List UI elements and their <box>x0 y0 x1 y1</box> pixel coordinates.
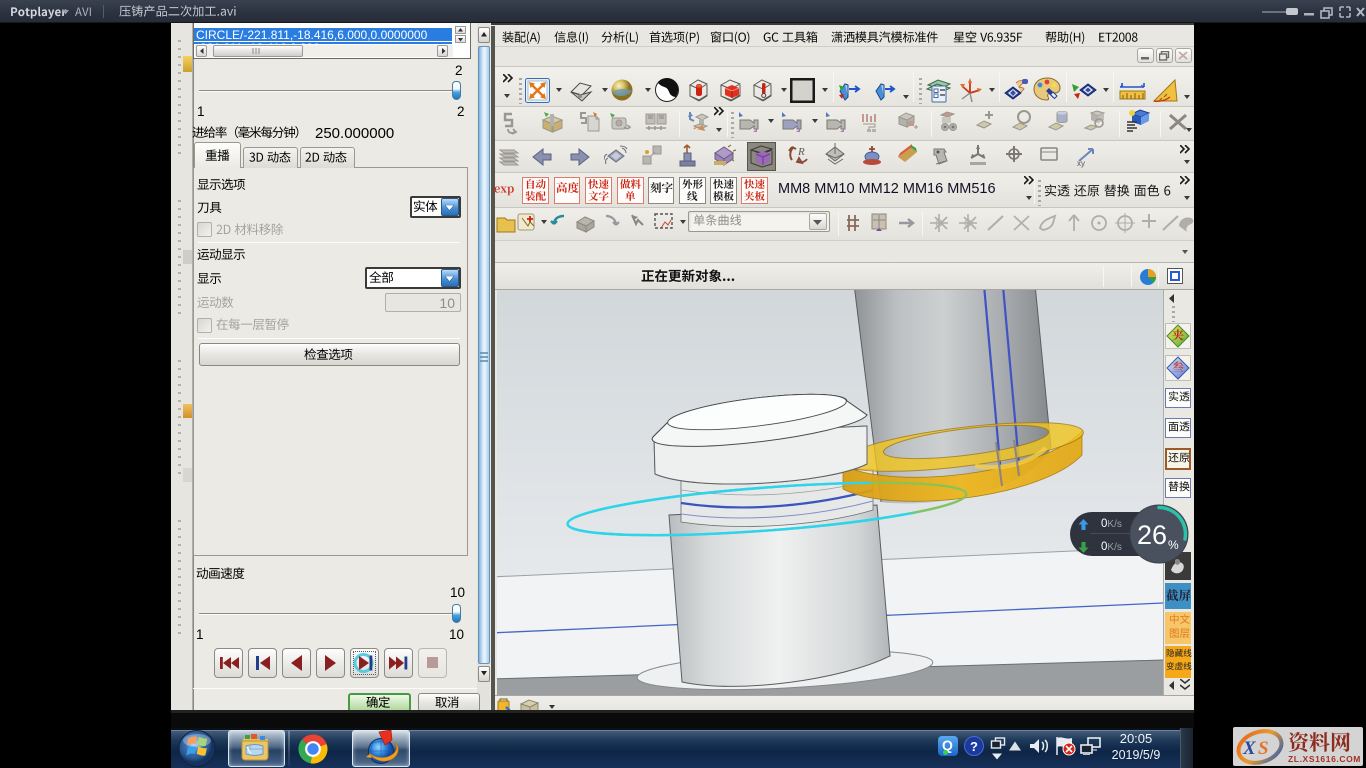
svg-text:xy: xy <box>1077 159 1085 168</box>
svg-text:?: ? <box>970 739 978 754</box>
svg-text:%: % <box>1168 538 1179 552</box>
svg-text:X: X <box>1242 738 1257 759</box>
svg-text:26: 26 <box>1137 520 1167 550</box>
svg-text:R: R <box>797 146 805 158</box>
svg-text:S: S <box>1258 738 1269 759</box>
